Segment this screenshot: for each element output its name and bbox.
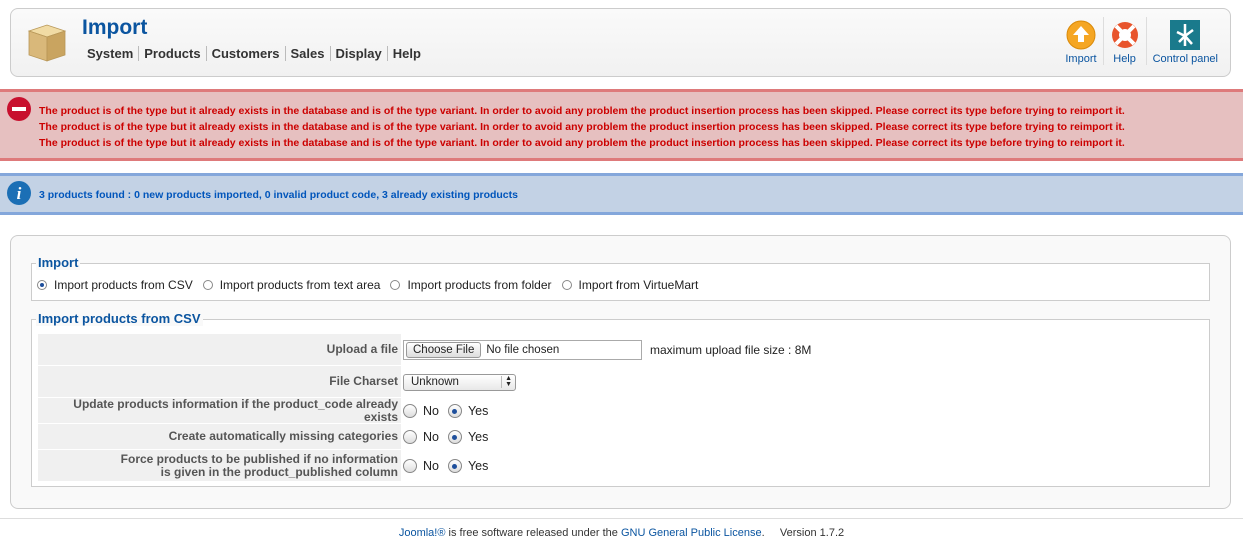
control-panel-icon: [1170, 20, 1201, 50]
upload-row: Upload a file Choose File No file chosen…: [38, 334, 1206, 366]
joomla-link[interactable]: Joomla!®: [399, 527, 446, 539]
import-button-label: Import: [1065, 53, 1097, 65]
help-button-label: Help: [1113, 53, 1136, 65]
published-no-radio[interactable]: [403, 459, 417, 473]
page-title: Import: [82, 16, 148, 39]
charset-label: File Charset: [38, 366, 401, 398]
no-file-chosen-text: No file chosen: [486, 344, 560, 356]
menu-item-help[interactable]: Help: [386, 46, 426, 61]
import-textarea-label[interactable]: Import products from text area: [220, 278, 381, 292]
footer-text-1: is free software released under the: [445, 527, 621, 539]
control-panel-button-label: Control panel: [1152, 53, 1218, 65]
force-published-label-line1: Force products to be published if no inf…: [120, 451, 398, 466]
package-box-icon: [27, 24, 67, 62]
file-input[interactable]: Choose File No file chosen: [403, 340, 642, 360]
csv-import-legend: Import products from CSV: [36, 311, 203, 326]
error-message-line: The product is of the type but it alread…: [39, 105, 1125, 117]
menu-item-display[interactable]: Display: [329, 46, 387, 61]
info-icon: i: [7, 181, 31, 205]
force-published-row: Force products to be published if no inf…: [38, 450, 1206, 482]
help-button[interactable]: Help: [1104, 15, 1146, 71]
import-textarea-radio[interactable]: [202, 280, 213, 290]
force-published-label-line2: is given in the product_published column: [160, 464, 398, 479]
update-products-row: Update products information if the produ…: [38, 397, 1206, 424]
menu-item-customers[interactable]: Customers: [205, 46, 285, 61]
categories-yes-label[interactable]: Yes: [468, 430, 488, 444]
force-published-label: Force products to be published if no inf…: [38, 450, 401, 482]
charset-selected-value: Unknown: [411, 376, 459, 388]
error-message-line: The product is of the type but it alread…: [39, 137, 1125, 149]
import-virtuemart-radio[interactable]: [561, 280, 572, 290]
create-categories-row: Create automatically missing categories …: [38, 424, 1206, 450]
svg-text:i: i: [17, 184, 22, 203]
select-arrows-icon: ▲ ▼: [501, 375, 512, 388]
page-bottom-divider: [0, 518, 1243, 519]
import-virtuemart-label[interactable]: Import from VirtueMart: [579, 278, 699, 292]
upload-value: Choose File No file chosen maximum uploa…: [401, 334, 1206, 366]
charset-value: Unknown ▲ ▼: [401, 366, 1206, 398]
update-products-choice: No Yes: [401, 398, 1206, 424]
import-csv-radio[interactable]: [37, 280, 47, 290]
menu-item-products[interactable]: Products: [138, 46, 205, 61]
upload-label: Upload a file: [38, 334, 401, 366]
menu-item-system[interactable]: System: [82, 46, 138, 61]
import-type-fieldset: Import Import products from CSV Import p…: [31, 255, 1210, 301]
upload-arrow-icon: [1066, 20, 1096, 50]
menu-item-sales[interactable]: Sales: [284, 46, 330, 61]
control-panel-button[interactable]: Control panel: [1147, 15, 1224, 71]
toolbar: Import Help Control panel: [1059, 15, 1224, 71]
max-upload-size-text: maximum upload file size : 8M: [650, 343, 812, 357]
force-published-choice: No Yes: [401, 450, 1206, 482]
error-stop-icon: [7, 97, 31, 121]
update-no-label[interactable]: No: [423, 404, 439, 418]
error-message-list: The product is of the type but it alread…: [39, 103, 1125, 151]
categories-yes-radio[interactable]: [447, 430, 462, 444]
import-csv-label[interactable]: Import products from CSV: [54, 278, 193, 292]
gpl-license-link[interactable]: GNU General Public License: [621, 527, 762, 539]
update-products-label: Update products information if the produ…: [38, 397, 401, 424]
footer-version-text: . Version 1.7.2: [761, 527, 845, 539]
lifebuoy-icon: [1111, 22, 1138, 48]
csv-import-fieldset: Import products from CSV Upload a file C…: [31, 311, 1210, 487]
update-no-radio[interactable]: [403, 404, 417, 418]
update-yes-label[interactable]: Yes: [468, 404, 488, 418]
import-type-legend: Import: [36, 255, 81, 270]
footer: Joomla!® is free software released under…: [0, 527, 1243, 539]
published-yes-radio[interactable]: [447, 459, 462, 473]
import-button[interactable]: Import: [1059, 15, 1102, 71]
info-message-box: i 3 products found : 0 new products impo…: [0, 173, 1243, 215]
import-folder-radio[interactable]: [390, 280, 401, 290]
published-yes-label[interactable]: Yes: [468, 459, 488, 473]
published-no-label[interactable]: No: [423, 459, 439, 473]
header-bar: Import System Products Customers Sales D…: [10, 8, 1231, 77]
info-message-text: 3 products found : 0 new products import…: [39, 189, 518, 201]
error-message-box: The product is of the type but it alread…: [0, 89, 1243, 161]
import-type-options: Import products from CSV Import products…: [37, 278, 708, 292]
categories-no-label[interactable]: No: [423, 430, 439, 444]
create-categories-choice: No Yes: [401, 424, 1206, 450]
error-message-line: The product is of the type but it alread…: [39, 121, 1125, 133]
import-folder-label[interactable]: Import products from folder: [407, 278, 551, 292]
categories-no-radio[interactable]: [403, 430, 417, 444]
choose-file-button[interactable]: Choose File: [406, 342, 482, 358]
create-categories-label: Create automatically missing categories: [38, 424, 401, 450]
main-menu: System Products Customers Sales Display …: [82, 46, 426, 61]
import-panel: Import Import products from CSV Import p…: [10, 235, 1231, 509]
charset-select[interactable]: Unknown ▲ ▼: [403, 373, 516, 391]
charset-row: File Charset Unknown ▲ ▼: [38, 366, 1206, 398]
update-yes-radio[interactable]: [447, 404, 462, 418]
